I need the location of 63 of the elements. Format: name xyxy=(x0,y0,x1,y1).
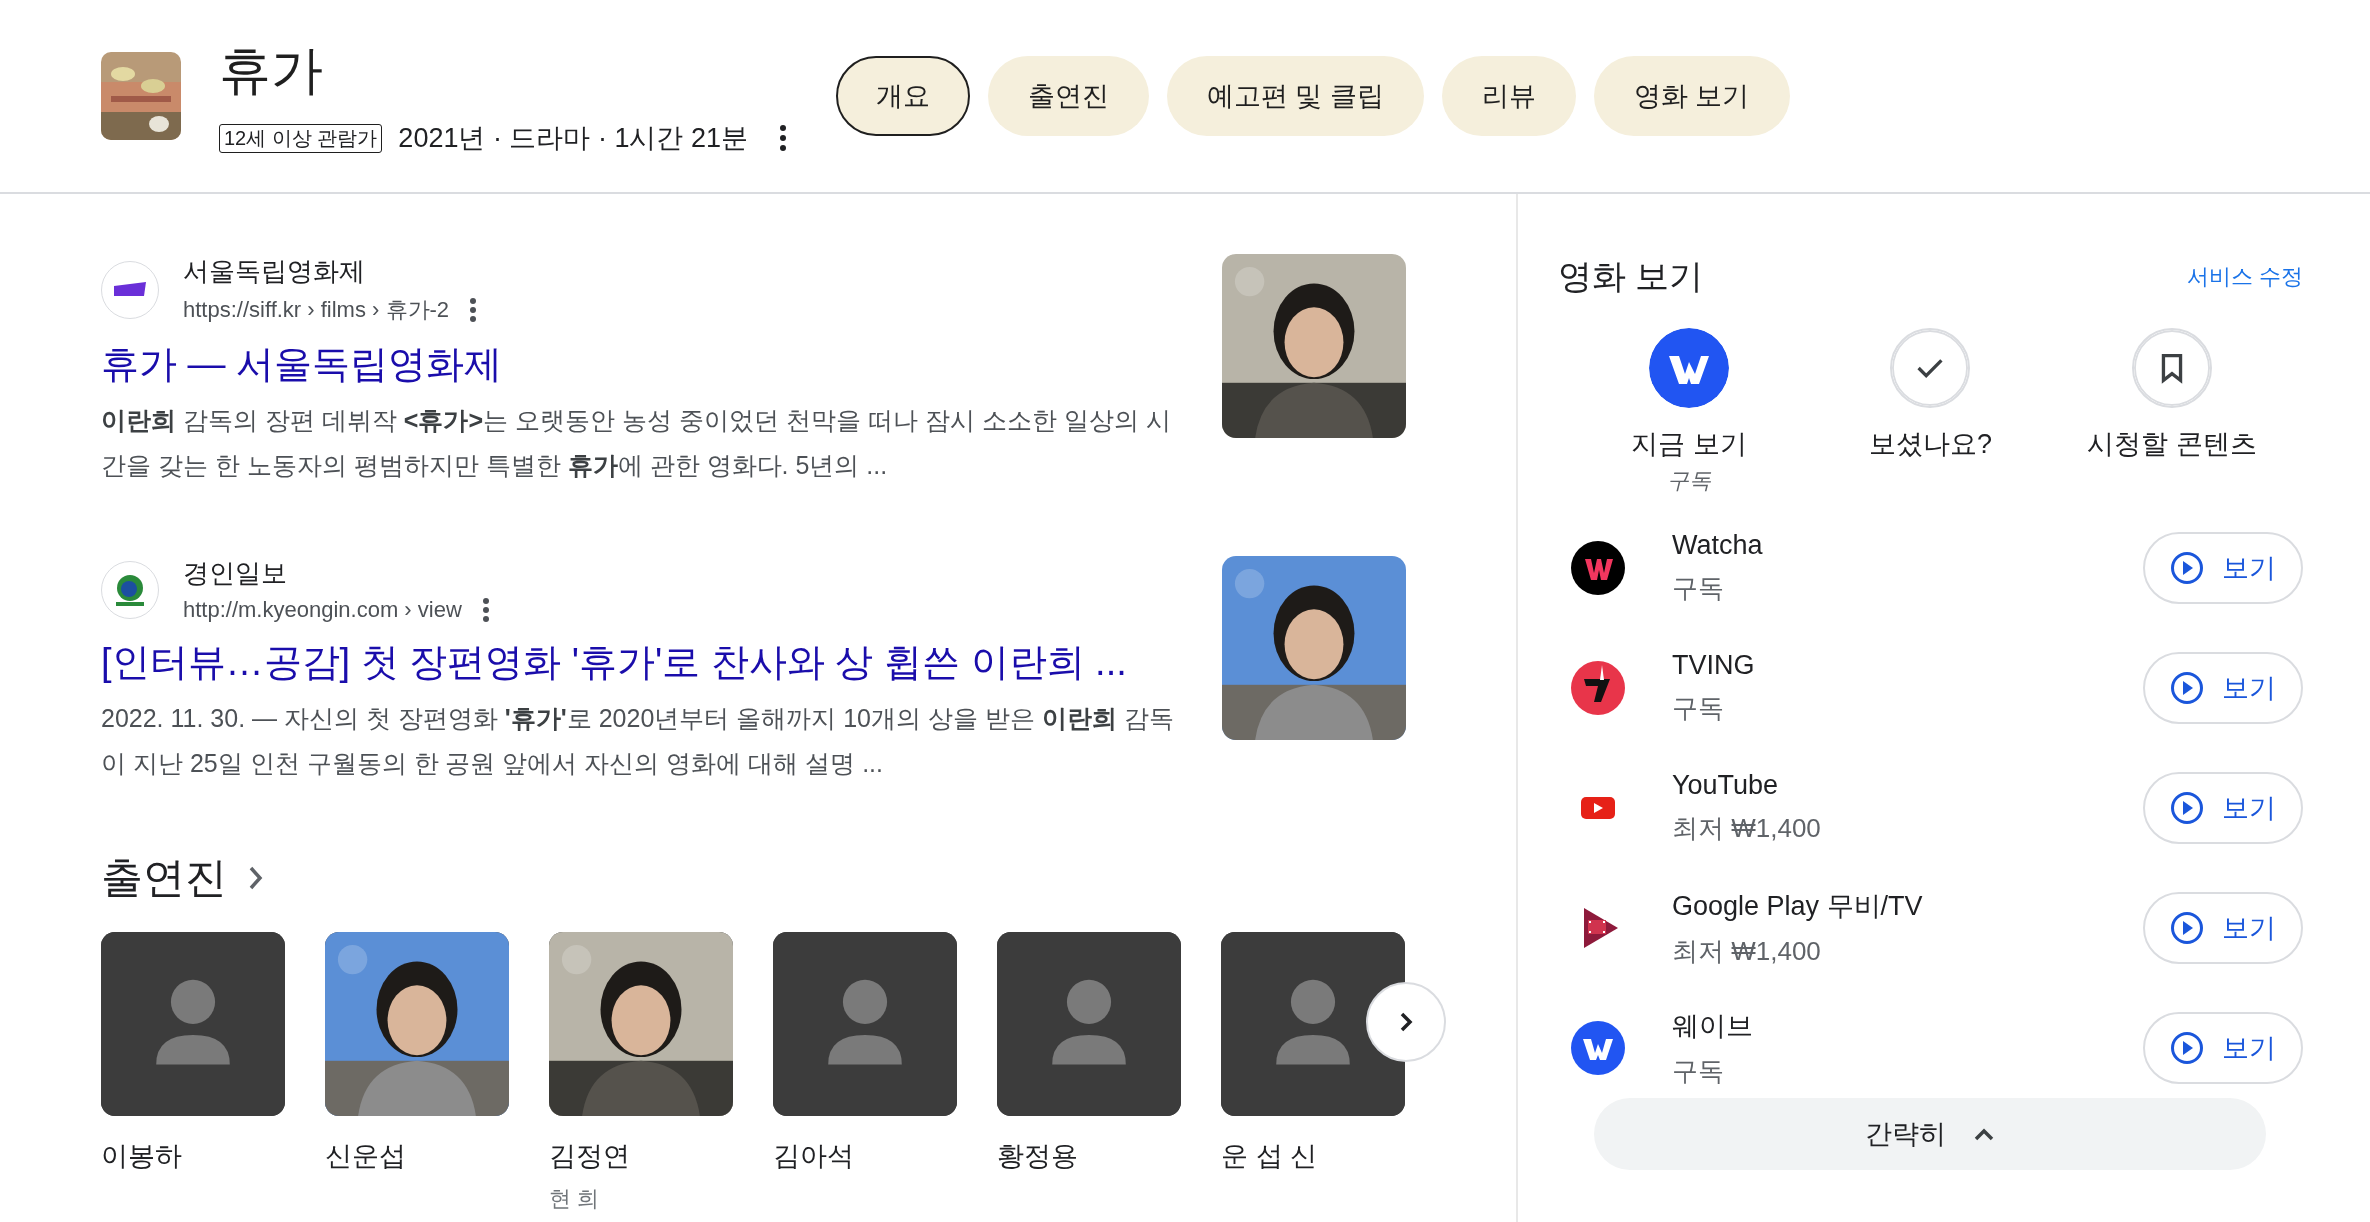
site-name: 경인일보 xyxy=(183,557,288,590)
provider-name: Google Play 무비/TV xyxy=(1672,889,1924,923)
action-sub: 구독 xyxy=(1666,467,1711,495)
tab[interactable]: 출연진 xyxy=(987,56,1149,136)
cast-name[interactable]: 이봉하 xyxy=(101,1138,285,1174)
age-rating: 12세 이상 관람가 xyxy=(219,123,383,153)
play-icon xyxy=(2170,551,2204,585)
person-icon xyxy=(997,932,1181,1116)
play-icon xyxy=(2170,1031,2204,1065)
watch-button[interactable]: 보기 xyxy=(2143,532,2303,604)
result-link[interactable]: 휴가 — 서울독립영화제 xyxy=(101,339,503,390)
play-icon xyxy=(2170,911,2204,945)
panel-title: 영화 보기 xyxy=(1558,256,1704,297)
tab[interactable]: 예고편 및 클립 xyxy=(1166,56,1424,136)
logo-icon xyxy=(1570,1020,1626,1076)
collapse-button[interactable]: 간략히 xyxy=(1594,1098,2266,1170)
action-label[interactable]: 시청할 콘텐츠 xyxy=(2087,426,2257,462)
person-icon xyxy=(1221,932,1405,1116)
provider-name: 웨이브 xyxy=(1672,1009,1754,1043)
section-title[interactable]: 출연진 xyxy=(101,850,227,906)
result-snippet: 이란희 감독의 장편 데뷔작 <휴가>는 오랫동안 농성 중이었던 천막을 떠나 잠시 소소한 일상의 시간을 갖는 한 노동자의 평범하지만 특별한 휴가에 관한 영화다. 5년의 ... xyxy=(101,405,1172,481)
site-name: 서울독립영화제 xyxy=(183,255,366,288)
more-icon[interactable] xyxy=(777,124,788,152)
person-icon xyxy=(101,932,285,1116)
play-icon xyxy=(2170,791,2204,825)
tab[interactable]: 리뷰 xyxy=(1442,56,1576,136)
cast-name[interactable]: 김정연 xyxy=(549,1138,733,1174)
tab[interactable]: 영화 보기 xyxy=(1594,56,1790,136)
action-label[interactable]: 보셨나요? xyxy=(1868,426,1992,462)
provider-price: 구독 xyxy=(1672,1054,1725,1088)
logo-icon[interactable] xyxy=(1648,328,1729,408)
action-label[interactable]: 지금 보기 xyxy=(1631,426,1747,462)
play-icon xyxy=(2170,671,2204,705)
person-icon xyxy=(773,932,957,1116)
more-icon[interactable] xyxy=(481,597,490,623)
chevron-right-icon[interactable] xyxy=(247,864,265,892)
more-icon[interactable] xyxy=(469,297,478,323)
watch-button[interactable]: 보기 xyxy=(2143,652,2303,724)
result-url: https://siff.kr › films › 휴가-2 xyxy=(183,296,450,324)
result-snippet: 2022. 11. 30. — 자신의 첫 장편영화 '휴가'로 2020년부터 올해까지 10개의 상을 받은 이란희 감독이 지난 25일 인천 구월동의 한 공원 앞에서 자신의 영화에 대해 설명 ... xyxy=(101,703,1175,779)
provider-price: 최저 ₩1,400 xyxy=(1672,934,1822,968)
provider-price: 최저 ₩1,400 xyxy=(1672,812,1822,845)
provider-name: Watcha xyxy=(1672,530,1764,561)
cast-name[interactable]: 신운섭 xyxy=(325,1138,509,1174)
cast-name[interactable]: 황정용 xyxy=(997,1138,1181,1174)
movie-title: 휴가 xyxy=(219,40,324,101)
provider-price: 구독 xyxy=(1672,572,1725,605)
cast-name[interactable]: 김아석 xyxy=(773,1138,957,1174)
cast-role: 현 희 xyxy=(549,1185,601,1213)
movie-meta: 2021년 · 드라마 · 1시간 21분 xyxy=(398,122,748,155)
tab[interactable]: 개요 xyxy=(835,56,970,136)
logo-icon xyxy=(1570,660,1626,716)
cast-name[interactable]: 운 섭 신 xyxy=(1221,1138,1405,1174)
watch-button[interactable]: 보기 xyxy=(2143,772,2303,844)
result-url: http://m.kyeongin.com › view xyxy=(183,597,462,623)
edit-services-link[interactable]: 서비스 수정 xyxy=(2186,262,2303,292)
logo-icon xyxy=(1570,540,1626,596)
watch-button[interactable]: 보기 xyxy=(2143,1012,2303,1084)
result-link[interactable]: [인터뷰…공감] 첫 장편영화 '휴가'로 찬사와 상 휩쓴 이란희 ... xyxy=(101,637,1127,688)
provider-name: TVING xyxy=(1672,650,1756,681)
provider-name: YouTube xyxy=(1672,770,1780,801)
provider-price: 구독 xyxy=(1672,692,1725,725)
watch-button[interactable]: 보기 xyxy=(2143,892,2303,964)
